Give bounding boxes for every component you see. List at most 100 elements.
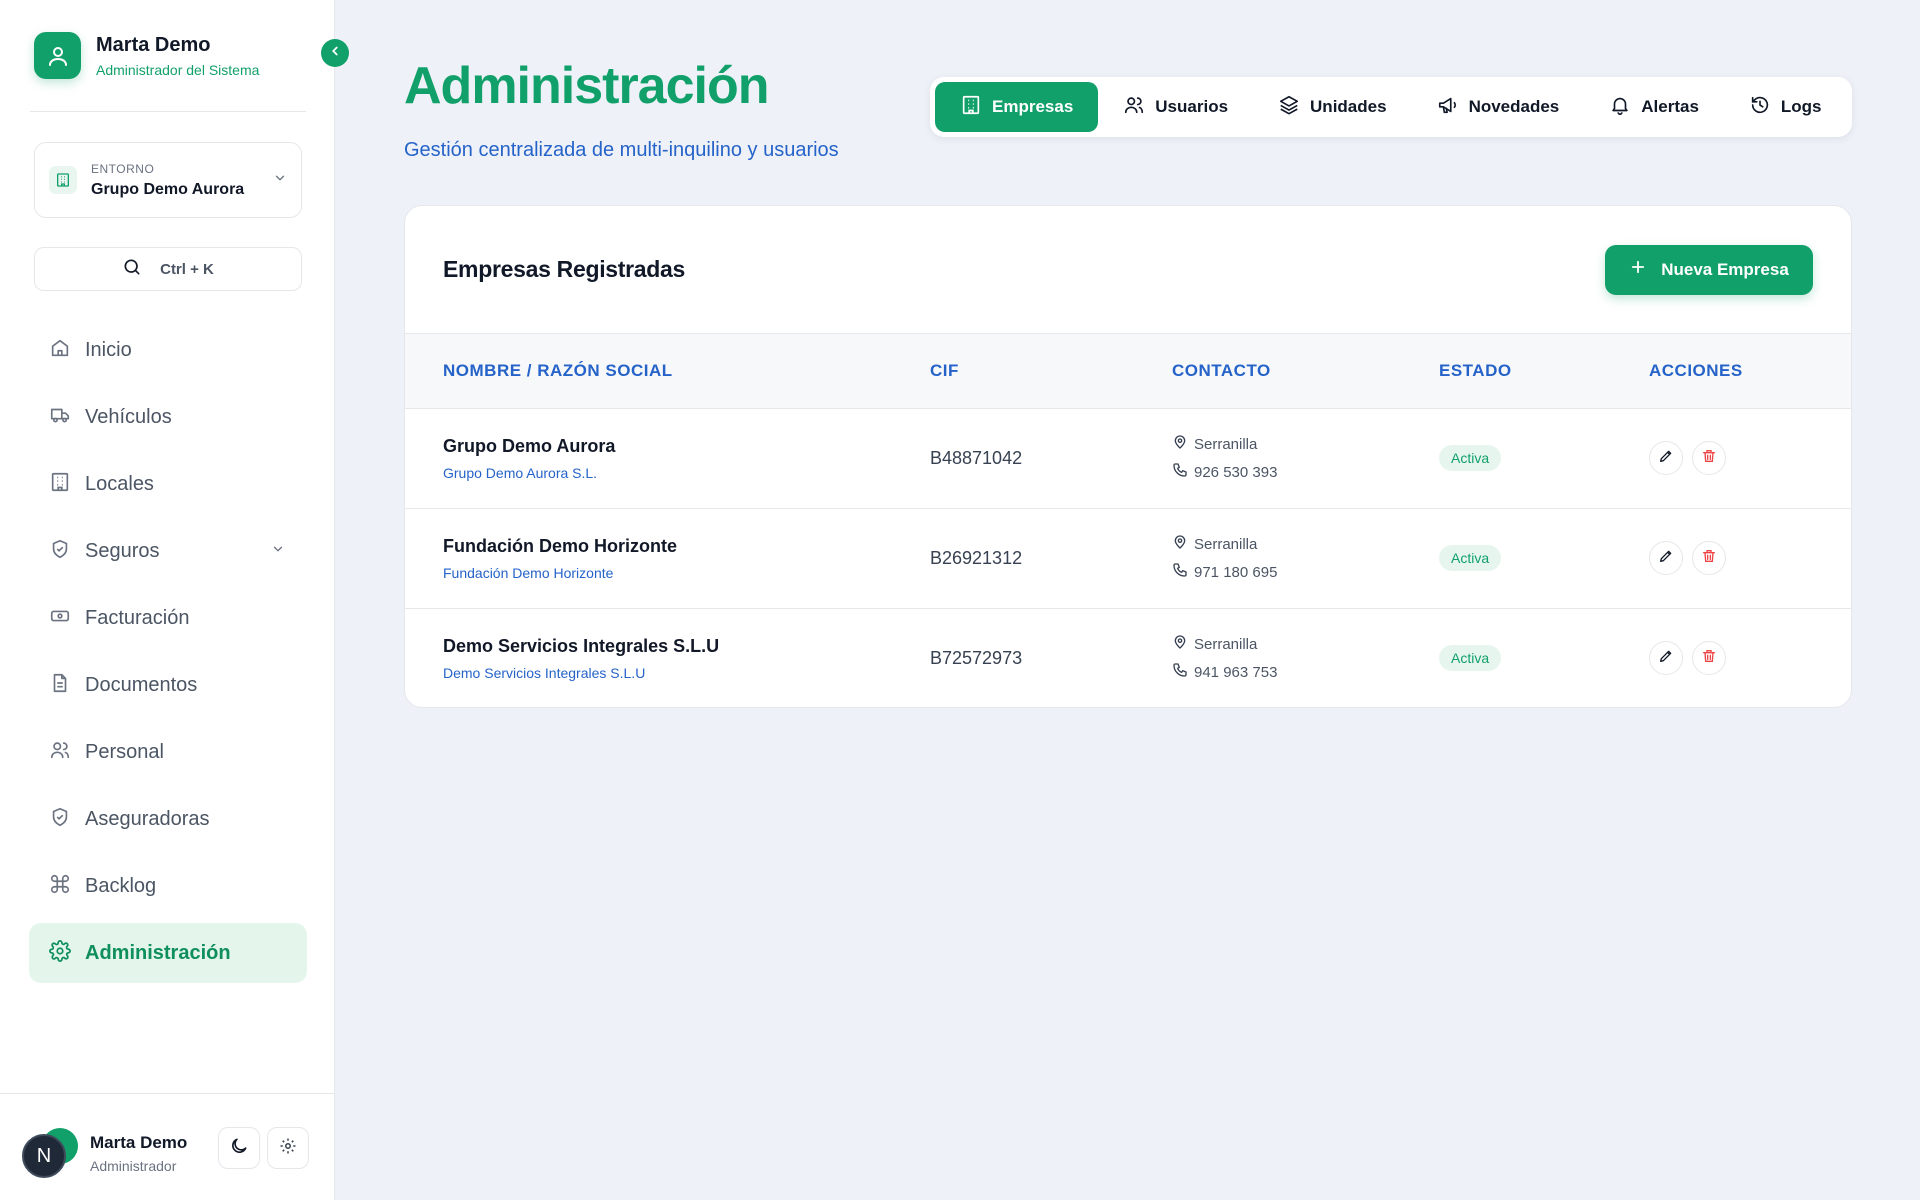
company-phone: 971 180 695 [1194,563,1278,581]
command-icon [49,873,71,900]
table-row[interactable]: Grupo Demo Aurora Grupo Demo Aurora S.L.… [405,408,1851,508]
table-row[interactable]: Fundación Demo Horizonte Fundación Demo … [405,508,1851,608]
collapse-sidebar-button[interactable] [321,39,349,67]
company-cif: B72572973 [930,647,1023,668]
company-name: Grupo Demo Aurora [443,435,616,456]
sidebar-nav: Inicio Vehículos Locales Seguros Factura… [29,320,307,990]
pencil-icon [1658,448,1674,469]
sidebar-item-documentos[interactable]: Documentos [29,655,307,715]
edit-button[interactable] [1649,441,1683,475]
layers-icon [1278,94,1300,121]
column-header-contact[interactable]: CONTACTO [1172,334,1439,408]
tab-usuarios[interactable]: Usuarios [1098,82,1253,132]
sidebar-item-seguros[interactable]: Seguros [29,521,307,581]
users-icon [1123,94,1145,121]
sidebar-item-label: Aseguradoras [85,807,210,830]
building-icon [49,166,77,194]
edit-button[interactable] [1649,541,1683,575]
sidebar-item-label: Documentos [85,673,198,696]
page-subtitle: Gestión centralizada de multi-inquilino … [404,139,839,161]
company-name: Demo Servicios Integrales S.L.U [443,635,720,656]
table-row[interactable]: Demo Servicios Integrales S.L.U Demo Ser… [405,608,1851,707]
map-pin-icon [1172,434,1188,454]
profile-role: Administrador del Sistema [96,61,260,78]
admin-tabs: Empresas Usuarios Unidades Novedades Ale… [930,77,1852,137]
company-phone: 926 530 393 [1194,463,1278,481]
chevron-down-icon [273,171,287,190]
company-city: Serranilla [1194,435,1258,453]
theme-toggle-button[interactable] [218,1127,260,1169]
map-pin-icon [1172,534,1188,554]
gear-icon [279,1137,297,1160]
tab-label: Unidades [1310,97,1387,116]
delete-button[interactable] [1692,641,1726,676]
sidebar-item-facturacion[interactable]: Facturación [29,588,307,648]
sidebar-profile: Marta Demo Administrador del Sistema [34,32,259,79]
building-icon [49,471,71,498]
footer-user-role: Administrador [90,1157,177,1174]
column-header-status[interactable]: ESTADO [1439,334,1649,408]
company-legal-name[interactable]: Fundación Demo Horizonte [443,565,930,581]
truck-icon [49,404,71,431]
companies-table: NOMBRE / RAZÓN SOCIAL CIF CONTACTO ESTAD… [405,334,1851,707]
company-phone: 941 963 753 [1194,663,1278,681]
pencil-icon [1658,548,1674,569]
megaphone-icon [1437,94,1459,121]
users-icon [49,739,71,766]
sidebar-item-label: Vehículos [85,405,172,428]
sidebar-item-administracion[interactable]: Administración [29,923,307,983]
tab-label: Empresas [992,97,1074,116]
sidebar-item-label: Facturación [85,606,190,629]
pencil-icon [1658,648,1674,669]
tab-unidades[interactable]: Unidades [1253,82,1412,132]
sidebar-item-inicio[interactable]: Inicio [29,320,307,380]
profile-name: Marta Demo [96,33,211,56]
chevron-left-icon [328,44,342,63]
delete-button[interactable] [1692,441,1726,475]
tab-label: Alertas [1641,97,1699,116]
banknote-icon [49,605,71,632]
card-title: Empresas Registradas [443,256,686,282]
tab-label: Usuarios [1155,97,1229,116]
column-header-cif[interactable]: CIF [930,334,1172,408]
tab-novedades[interactable]: Novedades [1412,82,1585,132]
sidebar-item-backlog[interactable]: Backlog [29,856,307,916]
environment-label: ENTORNO [91,161,155,176]
history-icon [1749,94,1771,121]
sidebar-item-locales[interactable]: Locales [29,454,307,514]
company-legal-name[interactable]: Demo Servicios Integrales S.L.U [443,665,930,681]
sidebar-item-personal[interactable]: Personal [29,722,307,782]
environment-selector[interactable]: ENTORNO Grupo Demo Aurora [34,142,302,218]
sidebar-item-aseguradoras[interactable]: Aseguradoras [29,789,307,849]
edit-button[interactable] [1649,641,1683,676]
sidebar-item-label: Locales [85,472,154,495]
company-legal-name[interactable]: Grupo Demo Aurora S.L. [443,465,930,481]
avatar[interactable]: N [22,1128,78,1178]
card-header: Empresas Registradas Nueva Empresa [405,206,1851,334]
company-cif: B26921312 [930,547,1023,568]
footer-user-name: Marta Demo [90,1132,188,1152]
settings-button[interactable] [267,1127,309,1169]
chevron-down-icon [271,542,285,561]
companies-card: Empresas Registradas Nueva Empresa NOMBR… [404,205,1852,708]
tab-empresas[interactable]: Empresas [935,82,1099,132]
page-title: Administración [404,57,769,115]
company-city: Serranilla [1194,535,1258,553]
tab-alertas[interactable]: Alertas [1584,82,1724,132]
sidebar-item-vehiculos[interactable]: Vehículos [29,387,307,447]
search-button[interactable]: Ctrl + K [34,247,302,291]
tab-label: Logs [1780,97,1822,116]
document-icon [49,672,71,699]
moon-icon [229,1136,249,1161]
delete-button[interactable] [1692,541,1726,575]
sidebar-item-label: Seguros [85,539,160,562]
new-company-label: Nueva Empresa [1661,259,1789,279]
tab-logs[interactable]: Logs [1724,82,1847,132]
sidebar-item-label: Backlog [85,874,157,897]
column-header-name[interactable]: NOMBRE / RAZÓN SOCIAL [405,334,930,408]
new-company-button[interactable]: Nueva Empresa [1605,244,1813,295]
company-city: Serranilla [1194,635,1258,653]
status-badge: Activa [1439,645,1502,672]
sidebar-item-label: Administración [85,941,231,964]
footer-user: N Marta Demo Administrador [22,1128,187,1178]
